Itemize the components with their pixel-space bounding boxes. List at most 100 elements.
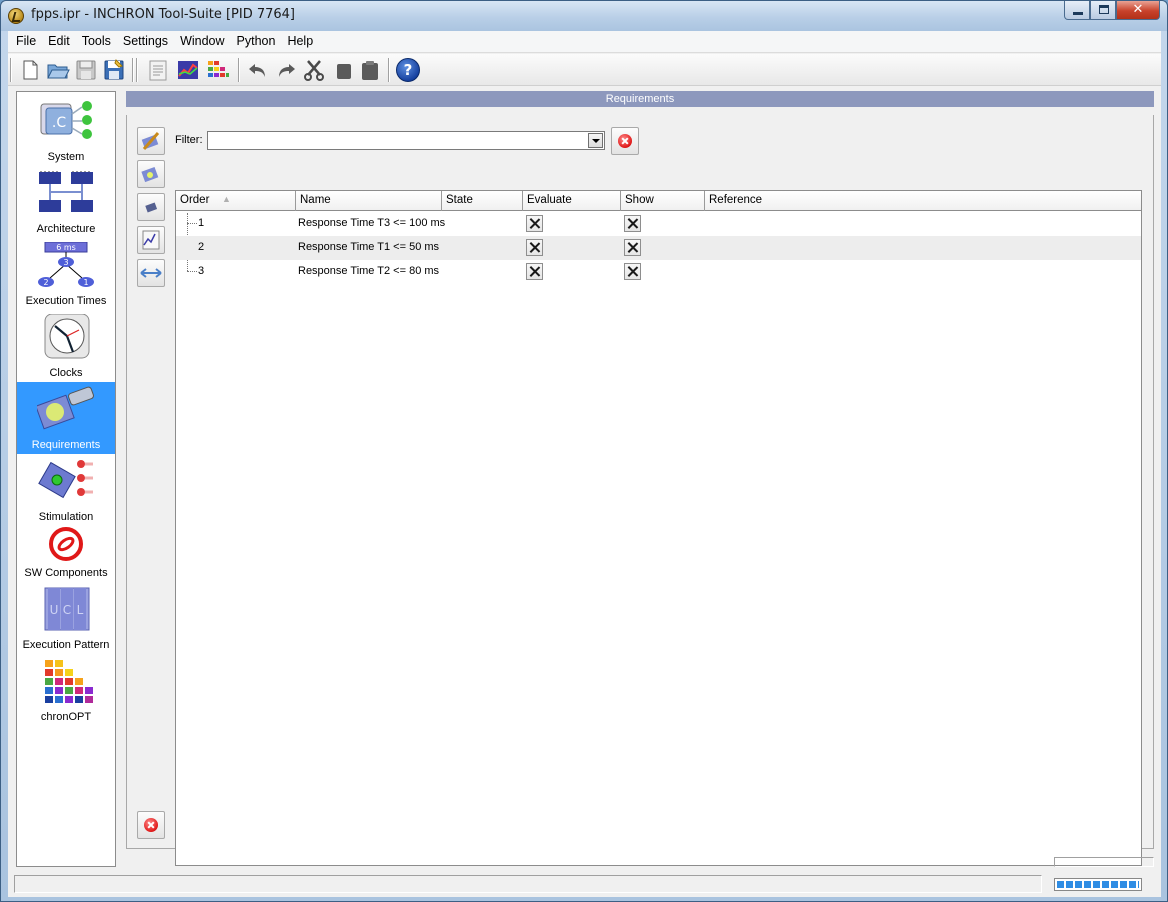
order-cell: 2 (198, 241, 205, 253)
menu-bar: File Edit Tools Settings Window Python H… (8, 31, 1161, 53)
clear-filter-button[interactable] (611, 127, 639, 155)
help-icon[interactable]: ? (396, 58, 420, 82)
sidebar-item-chronopt[interactable]: chronOPT (17, 654, 115, 726)
stimulation-icon (38, 460, 93, 499)
column-header-state[interactable]: State (442, 191, 523, 211)
evaluate-checkbox[interactable] (526, 215, 543, 232)
table-header: Order ▲ Name State Evaluate Show Referen… (176, 191, 1141, 211)
sidebar-item-execution-times[interactable]: 6 ms 3 2 1 Execution Times (17, 238, 115, 310)
menu-file[interactable]: File (10, 31, 42, 52)
save-icon[interactable] (74, 58, 98, 82)
pattern-letter: C (63, 603, 71, 617)
sidebar-item-label: Architecture (36, 223, 96, 235)
app-icon[interactable] (8, 8, 24, 24)
chart-icon (142, 230, 160, 250)
menu-tools[interactable]: Tools (76, 31, 117, 52)
new-file-icon[interactable] (18, 58, 42, 82)
column-header-reference[interactable]: Reference (705, 191, 1141, 211)
link-requirement-button[interactable] (137, 259, 165, 287)
exec-node-label: 2 (43, 278, 48, 287)
status-bar (8, 857, 1161, 897)
sidebar-item-system[interactable]: .C System (17, 94, 115, 166)
sidebar-item-label: System (47, 151, 85, 163)
delete-all-button[interactable] (137, 811, 165, 839)
close-icon: ✕ (1132, 2, 1144, 17)
table-row[interactable]: 1 Response Time T3 <= 100 ms (176, 212, 1141, 236)
sidebar-item-execution-pattern[interactable]: U C L Execution Pattern (17, 582, 115, 654)
requirements-table[interactable]: Order ▲ Name State Evaluate Show Referen… (175, 190, 1142, 866)
show-checkbox[interactable] (624, 263, 641, 280)
report-icon[interactable] (146, 58, 170, 82)
window-title: fpps.ipr - INCHRON Tool-Suite [PID 7764] (31, 7, 295, 22)
add-requirement-button[interactable] (137, 160, 165, 188)
status-message (14, 875, 1042, 893)
chart-requirement-button[interactable] (137, 226, 165, 254)
remove-icon (145, 202, 158, 213)
system-letter: .C (52, 115, 66, 131)
open-folder-icon[interactable] (46, 58, 70, 82)
sw-components-icon (49, 527, 83, 561)
close-button[interactable]: ✕ (1116, 1, 1160, 20)
column-header-name[interactable]: Name (296, 191, 442, 211)
order-cell: 3 (198, 265, 205, 277)
edit-requirement-button[interactable] (137, 127, 165, 155)
toolbar-separator (132, 58, 134, 82)
sidebar-item-architecture[interactable]: Architecture (17, 166, 115, 238)
redo-icon[interactable] (274, 58, 298, 82)
chevron-down-icon[interactable] (588, 133, 603, 148)
sidebar-item-label: Requirements (31, 439, 101, 451)
toolbar-separator (388, 58, 390, 82)
show-checkbox[interactable] (624, 215, 641, 232)
column-header-evaluate[interactable]: Evaluate (523, 191, 621, 211)
filter-combobox[interactable] (207, 131, 605, 150)
chronopt-icon[interactable] (206, 58, 230, 82)
pattern-letter: L (77, 603, 84, 617)
undo-icon[interactable] (246, 58, 270, 82)
architecture-icon (39, 171, 93, 212)
sidebar-item-requirements[interactable]: Requirements (17, 382, 115, 454)
table-row[interactable]: 2 Response Time T1 <= 50 ms (176, 236, 1141, 260)
app-window: fpps.ipr - INCHRON Tool-Suite [PID 7764]… (0, 0, 1168, 902)
menu-edit[interactable]: Edit (42, 31, 76, 52)
chronopt-icon (45, 660, 93, 703)
sort-ascending-icon: ▲ (222, 194, 231, 204)
progress-bar (1054, 878, 1142, 891)
sidebar-item-clocks[interactable]: Clocks (17, 310, 115, 382)
sidebar-item-label: SW Components (24, 567, 108, 579)
execution-times-icon: 6 ms 3 2 1 (38, 242, 94, 287)
menu-python[interactable]: Python (231, 31, 282, 52)
evaluate-checkbox[interactable] (526, 263, 543, 280)
order-cell: 1 (198, 217, 205, 229)
requirements-icon (37, 386, 94, 430)
system-icon: .C (40, 101, 92, 139)
show-checkbox[interactable] (624, 239, 641, 256)
sidebar-item-stimulation[interactable]: Stimulation (17, 454, 115, 526)
title-bar[interactable]: fpps.ipr - INCHRON Tool-Suite [PID 7764]… (1, 1, 1167, 31)
toolbar-separator (238, 58, 240, 82)
toolbar-grip[interactable] (10, 58, 12, 82)
remove-requirement-button[interactable] (137, 193, 165, 221)
chart-icon[interactable] (176, 58, 200, 82)
column-header-order[interactable]: Order ▲ (176, 191, 296, 211)
add-icon (141, 166, 159, 183)
table-row[interactable]: 3 Response Time T2 <= 80 ms (176, 260, 1141, 284)
column-label: Name (300, 194, 331, 206)
copy-icon[interactable] (332, 58, 356, 82)
sidebar-item-sw-components[interactable]: SW Components (17, 526, 115, 582)
save-as-icon[interactable] (102, 58, 126, 82)
column-header-show[interactable]: Show (621, 191, 705, 211)
menu-window[interactable]: Window (174, 31, 230, 52)
toolbar: ? (8, 54, 1161, 86)
minimize-button[interactable] (1064, 1, 1090, 20)
paste-icon[interactable] (358, 58, 382, 82)
status-indicator (1054, 857, 1154, 867)
window-controls: ✕ (1064, 1, 1160, 21)
delete-icon (144, 818, 158, 832)
sidebar-item-label: chronOPT (40, 711, 92, 723)
maximize-button[interactable] (1090, 1, 1116, 20)
sidebar-item-label: Execution Pattern (22, 639, 110, 651)
evaluate-checkbox[interactable] (526, 239, 543, 256)
menu-settings[interactable]: Settings (117, 31, 174, 52)
cut-icon[interactable] (302, 58, 326, 82)
menu-help[interactable]: Help (281, 31, 319, 52)
